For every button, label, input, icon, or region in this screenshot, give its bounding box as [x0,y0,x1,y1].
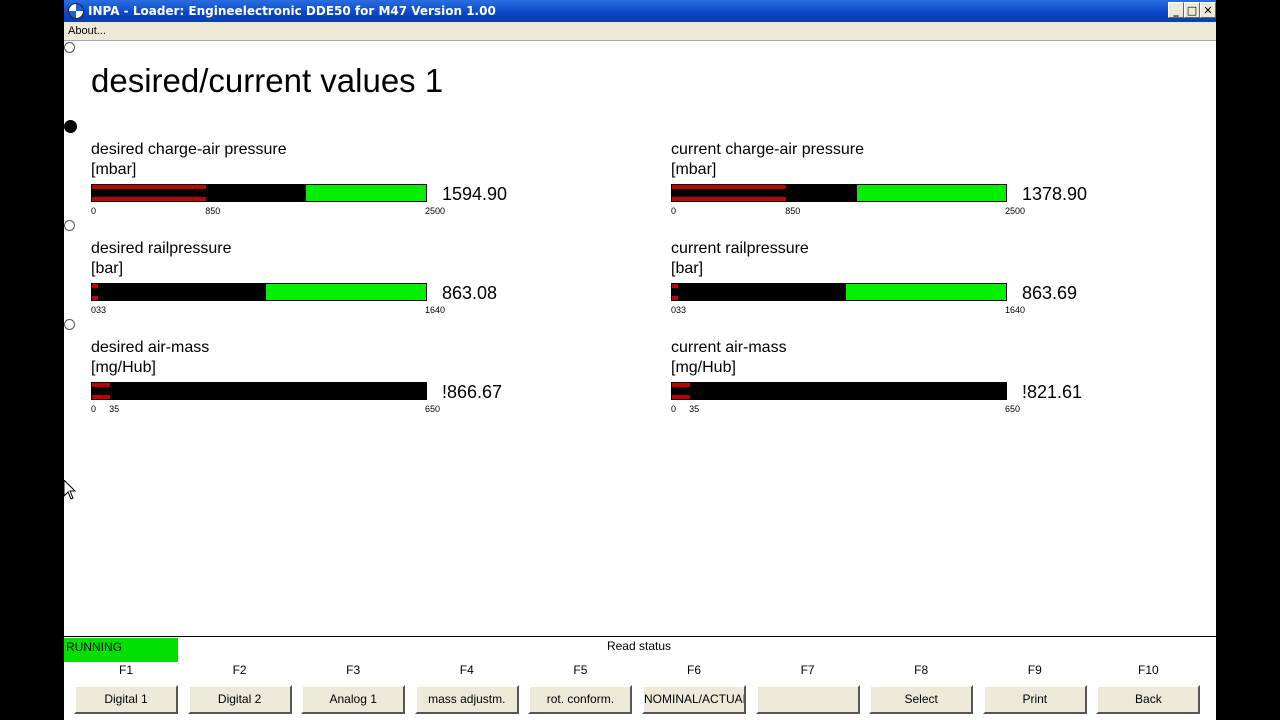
gauge: current air-mass [mg/Hub] !821.61 0 35 650 [671,339,1111,425]
radio-button-selected[interactable] [64,120,77,133]
fkey-button-f6[interactable]: NOMINAL/ACTUAL [642,685,746,714]
fkey-label-f1: F1 [118,663,133,677]
gauge-label: current railpressure [671,240,809,257]
fkey-label-f10: F10 [1138,663,1159,677]
gauge-bar [671,283,1007,301]
gauge-bar-warning-zone [92,383,111,399]
gauge-tick-label: 0 [91,404,97,414]
gauge-label: current air-mass [671,339,787,356]
gauge-bar-warning-zone [672,284,678,300]
gauge-value: !821.61 [1022,382,1083,402]
gauge-label: desired charge-air pressure [91,141,287,158]
gauge-unit: [bar] [91,260,124,277]
gauge-tick-label: 2500 [1005,206,1026,216]
status-divider [64,636,1216,637]
gauge-tick-label: 2500 [425,206,446,216]
gauge-bar [91,382,427,400]
fkey-button-f7[interactable] [755,685,860,714]
fkey-label-f7: F7 [800,663,815,677]
gauge-bar [671,382,1007,400]
read-status-label: Read status [606,639,672,653]
gauge-bar-warning-zone [92,185,207,201]
gauge-bar [671,184,1007,202]
gauge-tick-label: 850 [785,206,801,216]
gauge-tick-label: 1640 [1005,305,1026,315]
gauge-unit: [mbar] [671,161,717,178]
minimize-button[interactable]: _ [1168,2,1184,18]
fkey-button-f1[interactable]: Digital 1 [74,685,178,714]
fkey-label-f2: F2 [232,663,247,677]
gauge-value: 863.69 [1022,283,1078,303]
gauge-tick-label: 650 [1005,404,1021,414]
gauge-tick-label: 0 [671,404,677,414]
gauge: current railpressure [bar] 863.69 033 1640 [671,240,1111,326]
gauge-unit: [mg/Hub] [91,359,156,376]
fkey-label-f5: F5 [573,663,588,677]
gauge-value: 1594.90 [442,184,508,204]
gauge-tick-label: 850 [205,206,221,216]
gauge-bar-warning-zone [672,383,691,399]
running-indicator: RUNNING [64,638,178,662]
gauge: desired air-mass [mg/Hub] !866.67 0 35 650 [91,339,531,425]
fkey-label-f6: F6 [686,663,701,677]
gauge-bar-warning-zone [92,284,98,300]
fkey-button-f2[interactable]: Digital 2 [187,685,292,714]
gauge-bar-fill [92,284,266,300]
gauge-tick-label: 1640 [425,305,446,315]
gauge-unit: [mbar] [91,161,137,178]
radio-button[interactable] [64,220,75,231]
gauge-tick-label: 35 [689,404,700,414]
radio-button[interactable] [64,319,75,330]
gauge-bar [91,283,427,301]
page-title: desired/current values 1 [91,62,444,99]
gauge-bar-fill [672,284,846,300]
fkey-button-f9[interactable]: Print [982,685,1087,714]
gauge-value: 863.08 [442,283,498,303]
gauge-label: current charge-air pressure [671,141,864,158]
gauge-unit: [mg/Hub] [671,359,736,376]
gauge: desired charge-air pressure [mbar] 1594.90… [91,141,531,227]
gauge-bar [91,184,427,202]
gauge: desired railpressure [bar] 863.08 033 1640 [91,240,531,326]
fkey-button-f5[interactable]: rot. conform. [528,685,633,714]
inpa-window: INPA - Loader: Engineelectronic DDE50 fo… [64,0,1216,720]
menu-bar: About... [64,22,1216,41]
gauge-tick-label: 033 [91,305,107,315]
gauge-tick-label: 033 [671,305,687,315]
fkey-button-f3[interactable]: Analog 1 [301,685,406,714]
menu-about[interactable]: About... [68,25,106,37]
gauge-value: 1378.90 [1022,184,1088,204]
title-bar[interactable]: INPA - Loader: Engineelectronic DDE50 fo… [64,0,1216,22]
fkey-button-f4[interactable]: mass adjustm. [414,685,519,714]
fkey-label-f8: F8 [914,663,929,677]
fkey-button-f8[interactable]: Select [869,685,974,714]
gauge-tick-label: 650 [425,404,441,414]
radio-button[interactable] [64,42,75,53]
gauge-tick-label: 0 [671,206,677,216]
gauge-unit: [bar] [671,260,704,277]
gauge-bar-fill [672,383,1006,399]
gauge-label: desired air-mass [91,339,210,356]
gauge-bar-warning-zone [672,185,787,201]
gauge-bar-fill [92,383,426,399]
fkey-label-f4: F4 [459,663,474,677]
gauge-tick-label: 0 [91,206,97,216]
gauge: current charge-air pressure [mbar] 1378.90… [671,141,1111,227]
fkey-button-f10[interactable]: Back [1096,685,1201,714]
close-button[interactable]: ✕ [1200,2,1216,18]
fkey-label-f9: F9 [1027,663,1042,677]
fkey-label-f3: F3 [346,663,361,677]
bmw-logo-icon [68,3,84,19]
gauge-value: !866.67 [442,382,503,402]
running-label: RUNNING [66,640,122,654]
maximize-button[interactable]: □ [1184,2,1200,18]
gauge-label: desired railpressure [91,240,232,257]
window-title: INPA - Loader: Engineelectronic DDE50 fo… [88,4,496,18]
gauge-tick-label: 35 [109,404,120,414]
